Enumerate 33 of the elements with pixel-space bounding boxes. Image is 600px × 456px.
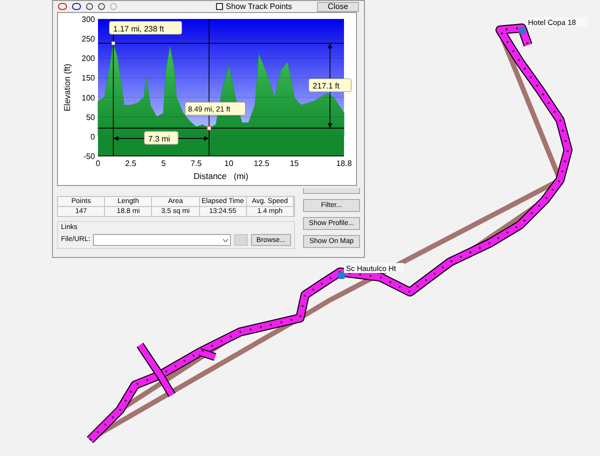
callout-label: 1.17 mi, 238 ft [109,20,182,35]
callout-label: 7.3 mi [144,131,178,145]
axis-label: Elevation (ft) [62,64,72,112]
checkbox[interactable] [216,3,223,10]
dropdown-caret-icon [223,238,228,242]
tick-label: 200 [82,54,95,64]
tick-label: 10 [224,159,234,168]
file-url-field[interactable] [93,234,232,246]
axis-label: Distance (mi) [194,171,248,181]
tick-label: 50 [86,112,95,122]
tick-label: 12.5 [254,159,270,168]
tick-label: 5 [161,159,166,168]
checkbox-label: Show Track Points [226,2,292,10]
annotation: 1.17 mi, 238 ft [113,24,165,34]
tick-label: 0 [96,159,100,168]
close-button[interactable]: Close [317,2,359,12]
tick-label: 2.5 [125,159,136,168]
tick-label: 18.8 [336,159,352,168]
tick-label: 150 [82,74,95,83]
tick-label: 15 [290,159,299,168]
waypoint-icon [519,27,526,34]
point-marker [110,40,116,46]
callout-label: 217.1 ft [308,78,352,92]
annotation: 7.3 mi [148,134,170,144]
annotation: 217.1 ft [312,82,340,91]
tick-label: 250 [82,34,95,44]
tick-label: 7.5 [190,159,202,168]
tick-label: 300 [82,15,95,24]
waypoint-icon [338,272,345,279]
tick-label: 100 [82,93,95,102]
point-marker [206,126,212,131]
tick-label: -50 [83,152,95,161]
tick-label: 0 [90,132,95,142]
